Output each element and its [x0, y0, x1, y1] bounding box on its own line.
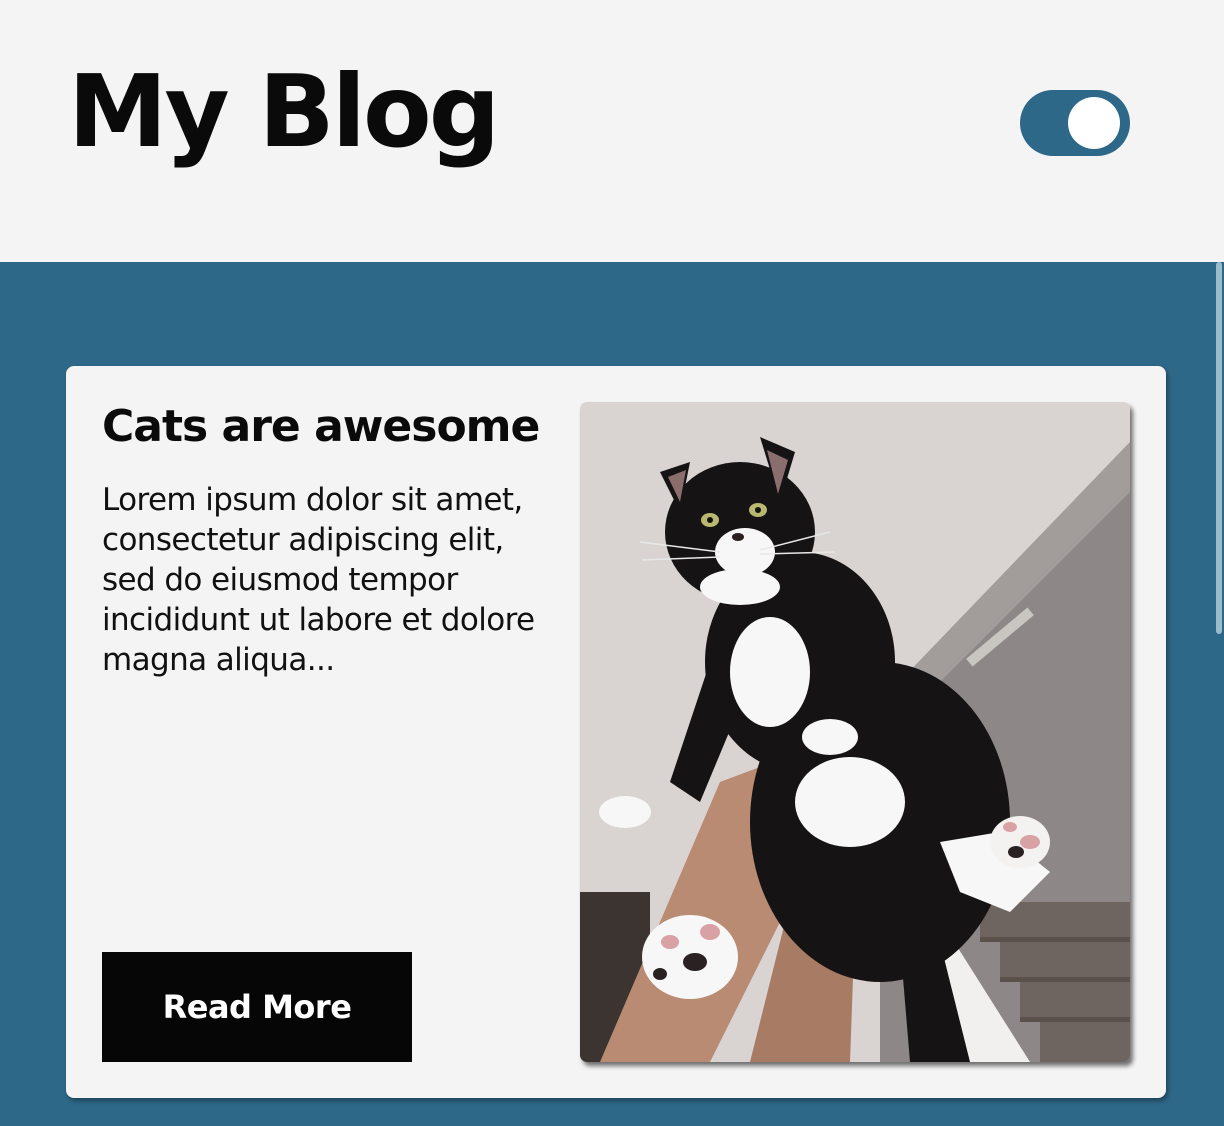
- post-excerpt: Lorem ipsum dolor sit amet, consectetur …: [102, 482, 535, 678]
- main-content: Cats are awesome Lorem ipsum dolor sit a…: [0, 262, 1224, 1126]
- site-header: My Blog: [0, 0, 1224, 262]
- theme-toggle[interactable]: [1020, 90, 1130, 156]
- site-title: My Blog: [68, 53, 500, 170]
- read-more-button[interactable]: Read More: [102, 952, 412, 1062]
- post-image: [580, 402, 1130, 1062]
- toggle-knob: [1068, 97, 1120, 149]
- scrollbar-thumb[interactable]: [1216, 262, 1222, 634]
- blog-post-card: Cats are awesome Lorem ipsum dolor sit a…: [66, 366, 1166, 1098]
- post-title: Cats are awesome: [102, 401, 540, 452]
